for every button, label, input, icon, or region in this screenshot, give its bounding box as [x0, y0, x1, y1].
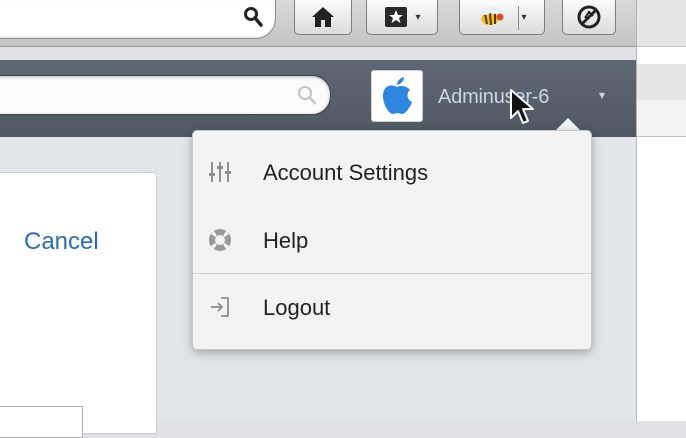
menu-item-label: Logout — [263, 295, 331, 320]
menu-item-label: Help — [263, 228, 309, 253]
no-script-icon — [577, 5, 601, 29]
toolbar-separator — [518, 6, 519, 30]
mouse-cursor-icon — [510, 89, 534, 124]
lifebuoy-icon — [209, 229, 231, 251]
menu-item-logout[interactable]: Logout — [193, 276, 591, 338]
menu-item-account-settings[interactable]: Account Settings — [193, 141, 591, 203]
user-dropdown-menu: Account Settings Help Logout — [192, 130, 592, 350]
cancel-link[interactable]: Cancel — [24, 228, 99, 256]
chevron-down-icon[interactable]: ▾ — [599, 88, 605, 102]
search-icon — [298, 86, 317, 105]
extension-button[interactable]: ▾ — [459, 0, 545, 35]
menu-item-label: Account Settings — [263, 160, 429, 185]
bee-icon — [481, 6, 504, 26]
home-button[interactable] — [294, 0, 352, 35]
url-bar[interactable] — [0, 0, 276, 39]
side-pane-stripe — [637, 64, 686, 101]
sliders-icon — [209, 162, 231, 182]
menu-divider — [193, 273, 591, 274]
side-pane-stripe — [637, 100, 686, 137]
search-input[interactable] — [0, 75, 331, 115]
browser-toolbar: ▾ ▾ — [0, 0, 636, 47]
addon-button[interactable] — [562, 0, 616, 35]
bookmarks-button[interactable]: ▾ — [366, 0, 438, 35]
home-icon — [312, 7, 334, 27]
form-card — [0, 172, 157, 434]
chevron-down-icon: ▾ — [415, 11, 421, 23]
logout-icon — [211, 297, 229, 317]
avatar[interactable] — [371, 70, 423, 122]
side-pane-stripe — [637, 0, 686, 47]
apple-logo-icon — [383, 77, 412, 114]
bookmark-star-icon — [385, 7, 408, 27]
form-input[interactable] — [0, 406, 83, 438]
menu-item-help[interactable]: Help — [193, 209, 591, 271]
side-pane — [636, 0, 686, 421]
chevron-down-icon: ▾ — [521, 11, 527, 23]
magnifier-icon — [244, 7, 263, 27]
